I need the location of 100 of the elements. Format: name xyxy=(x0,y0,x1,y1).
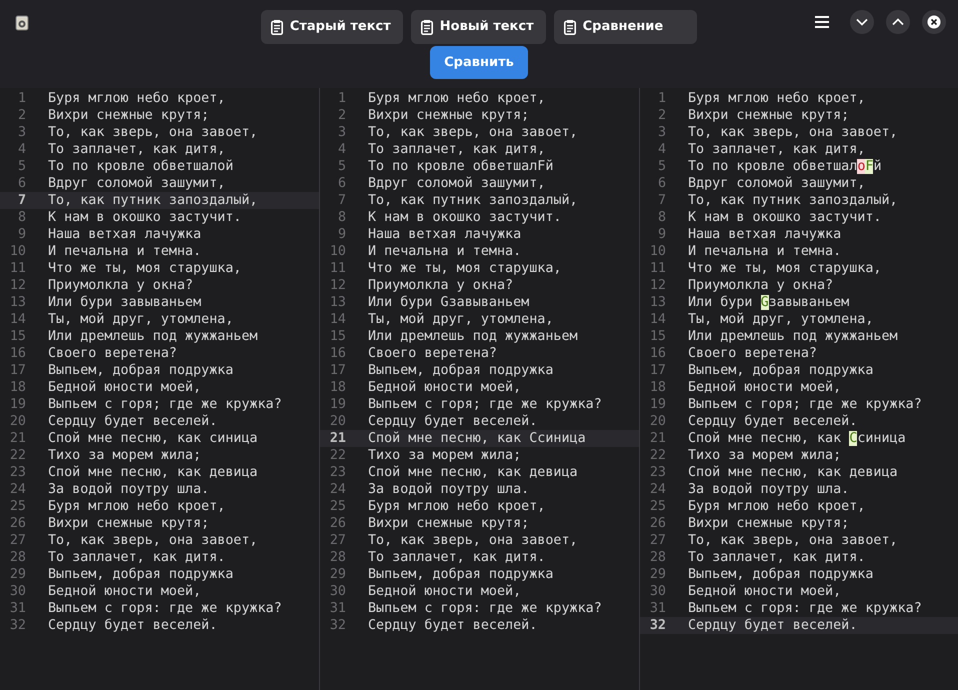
line-number: 3 xyxy=(656,124,666,141)
line-number: 30 xyxy=(328,583,346,600)
code-line: Ты, мой друг, утомлена, xyxy=(368,311,554,328)
line-number: 32 xyxy=(8,617,26,634)
code-line: Вихри снежные крутя; xyxy=(688,515,850,532)
line-number: 13 xyxy=(648,294,666,311)
line-number: 19 xyxy=(648,396,666,413)
code-line: Приумолкла у окна? xyxy=(688,277,834,294)
line-number: 24 xyxy=(648,481,666,498)
code-line: Ты, мой друг, утомлена, xyxy=(688,311,874,328)
line-number: 28 xyxy=(648,549,666,566)
line-number: 18 xyxy=(648,379,666,396)
line-number: 31 xyxy=(328,600,346,617)
code-line: И печальна и темна. xyxy=(688,243,842,260)
code-line: Или бури Gзавываньем xyxy=(688,294,850,311)
line-number: 3 xyxy=(16,124,26,141)
code-line: Выпьем, добрая подружка xyxy=(368,566,554,583)
line-number: 25 xyxy=(8,498,26,515)
deleted-text: о xyxy=(857,159,866,174)
line-number: 23 xyxy=(328,464,346,481)
line-number: 16 xyxy=(328,345,346,362)
inserted-text: G xyxy=(760,295,769,310)
line-number: 26 xyxy=(328,515,346,532)
compare-button[interactable]: Сравнить xyxy=(430,46,528,79)
line-number: 27 xyxy=(328,532,346,549)
code-line: Буря мглою небо кроет, xyxy=(368,90,546,107)
code-line: Вдруг соломой зашумит, xyxy=(48,175,226,192)
line-number: 18 xyxy=(328,379,346,396)
line-number: 26 xyxy=(648,515,666,532)
tab[interactable]: Новый текст xyxy=(410,10,546,44)
document-icon xyxy=(270,20,283,34)
code-line: Вихри снежные крутя; xyxy=(48,107,210,124)
tab[interactable]: Старый текст xyxy=(260,10,403,44)
code-line: Приумолкла у окна? xyxy=(368,277,514,294)
code-line: Вдруг соломой зашумит, xyxy=(688,175,866,192)
code-line: Или бури завываньем xyxy=(48,294,202,311)
menu-icon xyxy=(815,16,829,28)
line-number: 10 xyxy=(648,243,666,260)
code-line: То заплачет, как дитя. xyxy=(368,549,546,566)
code-line: Сердцу будет веселей. xyxy=(368,413,538,430)
close-button[interactable] xyxy=(922,10,946,34)
code-line: То, как путник запоздалый, xyxy=(368,192,578,209)
code-line: Наша ветхая лачужка xyxy=(48,226,202,243)
line-number: 17 xyxy=(8,362,26,379)
line-number: 2 xyxy=(656,107,666,124)
code-line: Сердцу будет веселей. xyxy=(688,413,858,430)
code-line: К нам в окошко застучит. xyxy=(688,209,882,226)
code-line: То заплачет, как дитя, xyxy=(48,141,226,158)
line-number: 24 xyxy=(328,481,346,498)
line-number: 17 xyxy=(328,362,346,379)
app-icon xyxy=(15,15,29,31)
line-number: 18 xyxy=(8,379,26,396)
maximize-button[interactable] xyxy=(886,10,910,34)
line-number: 13 xyxy=(328,294,346,311)
chevron-down-icon xyxy=(856,18,868,26)
code-line: То по кровле обветшалFй xyxy=(368,158,554,175)
code-line: Или дремлешь под жужжаньем xyxy=(688,328,898,345)
line-number: 20 xyxy=(328,413,346,430)
line-number: 4 xyxy=(656,141,666,158)
line-number: 5 xyxy=(656,158,666,175)
code-line: Своего веретена? xyxy=(48,345,177,362)
code-line: Сердцу будет веселей. xyxy=(688,617,858,634)
code-line: Выпьем с горя: где же кружка? xyxy=(688,600,922,617)
line-number: 21 xyxy=(648,430,666,447)
code-line: Выпьем с горя; где же кружка? xyxy=(48,396,282,413)
line-number: 23 xyxy=(8,464,26,481)
code-line: Спой мне песню, как Ссиница xyxy=(368,430,586,447)
line-number: 2 xyxy=(16,107,26,124)
line-number: 26 xyxy=(8,515,26,532)
line-number: 17 xyxy=(648,362,666,379)
line-number: 12 xyxy=(648,277,666,294)
code-line: Выпьем, добрая подружка xyxy=(688,566,874,583)
line-number: 8 xyxy=(656,209,666,226)
line-number: 1 xyxy=(16,90,26,107)
document-icon xyxy=(420,20,433,34)
code-line: Бедной юности моей, xyxy=(48,379,202,396)
code-line: Спой мне песню, как девица xyxy=(368,464,578,481)
line-number: 1 xyxy=(656,90,666,107)
line-number: 29 xyxy=(648,566,666,583)
inserted-text: С xyxy=(849,431,858,446)
line-number: 10 xyxy=(328,243,346,260)
line-number: 20 xyxy=(648,413,666,430)
line-number: 23 xyxy=(648,464,666,481)
code-line: Наша ветхая лачужка xyxy=(368,226,522,243)
code-line: Выпьем с горя; где же кружка? xyxy=(688,396,922,413)
code-line: Бедной юности моей, xyxy=(688,379,842,396)
code-line: Приумолкла у окна? xyxy=(48,277,194,294)
minimize-button[interactable] xyxy=(850,10,874,34)
line-number: 8 xyxy=(16,209,26,226)
code-line: Выпьем с горя: где же кружка? xyxy=(368,600,602,617)
line-number: 14 xyxy=(328,311,346,328)
line-number: 16 xyxy=(648,345,666,362)
line-number: 1 xyxy=(336,90,346,107)
line-number: 19 xyxy=(8,396,26,413)
tab[interactable]: Сравнение xyxy=(554,10,698,44)
code-line: Спой мне песню, как синица xyxy=(48,430,258,447)
line-number: 32 xyxy=(328,617,346,634)
code-line: То, как зверь, она завоет, xyxy=(688,124,898,141)
code-line: Что же ты, моя старушка, xyxy=(48,260,242,277)
code-line: За водой поутру шла. xyxy=(688,481,850,498)
